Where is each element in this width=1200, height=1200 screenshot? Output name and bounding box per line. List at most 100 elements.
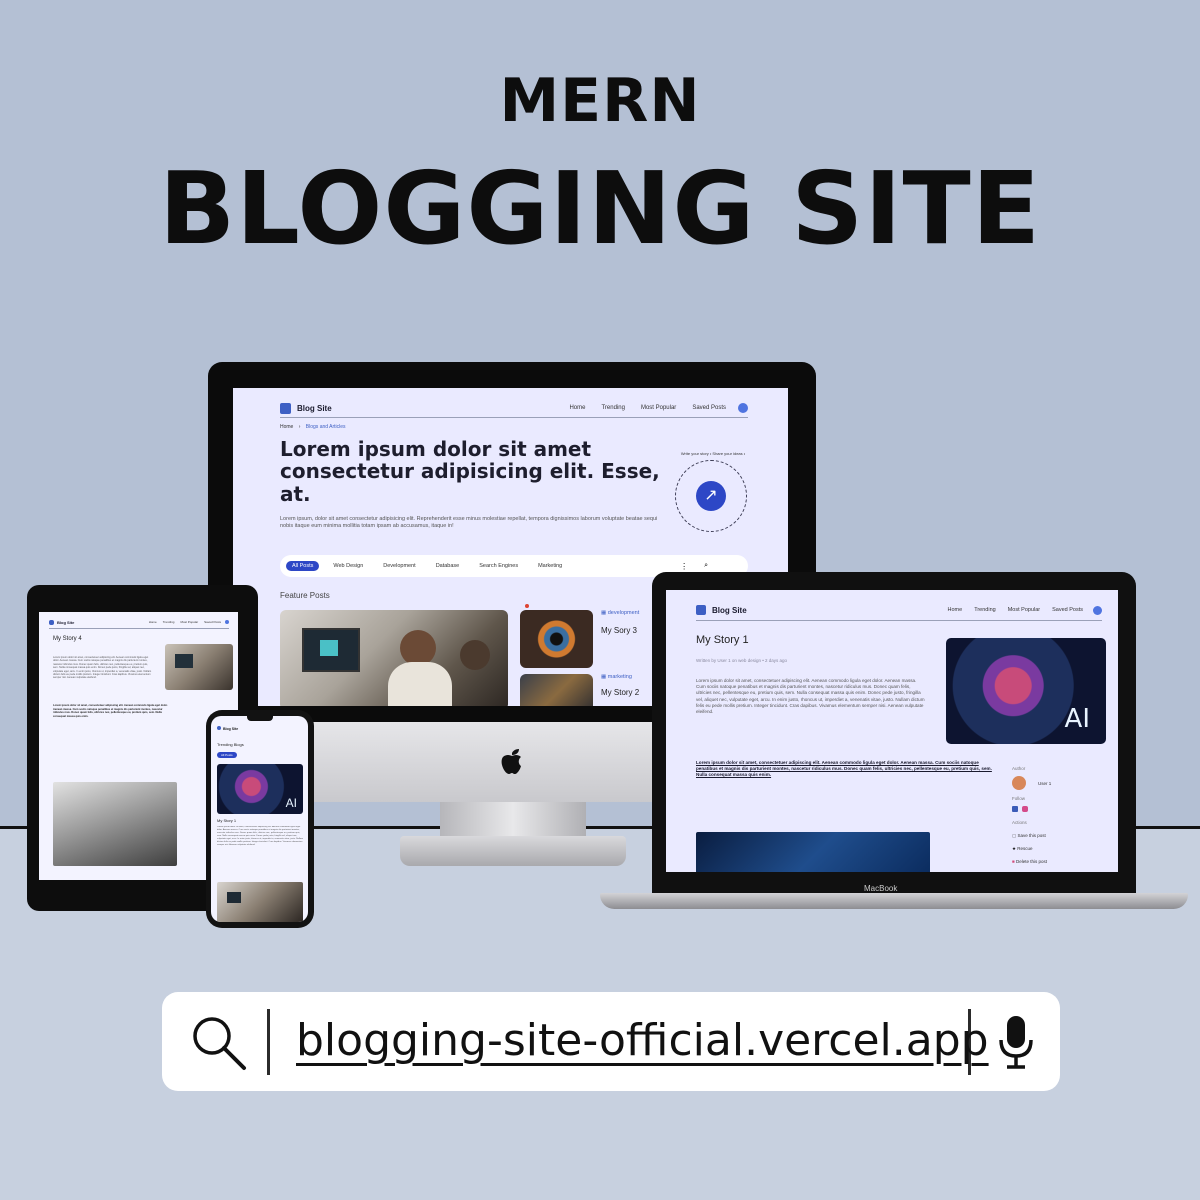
site-logo-icon — [49, 619, 54, 625]
laptop-base — [600, 893, 1188, 909]
search-separator-left — [267, 1009, 270, 1075]
feature-post-image[interactable] — [280, 610, 508, 706]
action-rescue[interactable]: ★ Rescue — [1012, 846, 1033, 852]
imac-base — [400, 836, 626, 866]
tablet-body-text: Lorem ipsum dolor sit amet, consectetuer… — [53, 656, 152, 680]
phone-notch — [247, 716, 273, 721]
laptop-navbar: Blog Site Home Trending Most Popular Sav… — [696, 604, 1102, 616]
laptop-nav-most-popular[interactable]: Most Popular — [1008, 607, 1040, 613]
search-icon[interactable] — [190, 1014, 248, 1072]
breadcrumb-current[interactable]: Blogs and Articles — [306, 424, 346, 430]
section-title: Feature Posts — [280, 591, 330, 600]
arrow-up-right-icon: ↗ — [704, 487, 718, 504]
actions-label: Actions — [1012, 820, 1027, 825]
laptop-circuit-image — [696, 832, 930, 872]
site-url-link[interactable]: blogging-site-official.vercel.app — [296, 1015, 989, 1066]
laptop-bold-text: Lorem ipsum dolor sit amet, consectetuer… — [696, 760, 992, 778]
category-icon: ▦ — [601, 674, 608, 680]
write-badge-text: Write your story • Share your ideas • — [680, 451, 746, 456]
site-logo-icon — [217, 726, 221, 730]
tablet-divider — [49, 628, 229, 629]
search-icon[interactable]: ⌕ — [704, 562, 708, 570]
tablet-post-title: My Story 4 — [53, 636, 82, 642]
author-label: Author — [1012, 766, 1026, 771]
category-marketing[interactable]: Marketing — [532, 561, 568, 571]
side-post-category-2[interactable]: ▦ marketing — [601, 674, 632, 680]
hero-text: Lorem ipsum, dolor sit amet consectetur … — [280, 516, 658, 530]
more-options-icon[interactable]: ⋮ — [680, 562, 688, 571]
phone-office-image[interactable] — [217, 882, 303, 922]
nav-home[interactable]: Home — [569, 405, 585, 411]
action-save[interactable]: ▢ Save this post — [1012, 833, 1046, 839]
tablet-nav-saved[interactable]: Saved Posts — [204, 620, 221, 624]
follow-label: Follow — [1012, 796, 1026, 801]
poster-subtitle: MERN — [499, 66, 701, 136]
tablet-nav-trending[interactable]: Trending — [163, 620, 175, 624]
tablet-nav-home[interactable]: Home — [149, 620, 157, 624]
phone-screen: Blog Site Trending Blogs All Posts AI My… — [211, 716, 308, 922]
nav-divider — [280, 417, 748, 418]
laptop-post-title: My Story 1 — [696, 634, 749, 646]
phone-post-title[interactable]: My Story 1 — [217, 818, 236, 823]
side-post-title-1[interactable]: My Sory 3 — [601, 626, 637, 635]
action-delete[interactable]: ■ Delete this post — [1012, 859, 1047, 864]
breadcrumb-home[interactable]: Home — [280, 424, 293, 430]
poster-title: BLOGGING SITE — [158, 150, 1042, 267]
write-story-badge[interactable]: ↗ Write your story • Share your ideas • — [675, 451, 747, 532]
phone-ai-label: AI — [285, 796, 297, 810]
apple-logo-icon — [497, 744, 527, 778]
facebook-icon[interactable] — [1012, 806, 1018, 812]
site-logo-icon — [280, 402, 291, 414]
laptop-nav-divider — [696, 620, 1102, 621]
red-dot — [525, 604, 529, 608]
category-icon: ▦ — [601, 610, 608, 616]
hero-title: Lorem ipsum dolor sit amet consectetur a… — [280, 437, 660, 506]
category-development[interactable]: Development — [377, 561, 421, 571]
nav-most-popular[interactable]: Most Popular — [641, 405, 676, 411]
tablet-nav-most-popular[interactable]: Most Popular — [180, 620, 198, 624]
author-name[interactable]: User 1 — [1038, 781, 1051, 786]
user-avatar-icon[interactable] — [225, 620, 229, 624]
phone-body-text: Lorem ipsum dolor sit amet, consectetuer… — [217, 826, 303, 846]
laptop-screen: Blog Site Home Trending Most Popular Sav… — [666, 590, 1118, 872]
laptop-brand[interactable]: Blog Site — [712, 606, 747, 615]
tablet-post-image — [165, 644, 233, 690]
tablet-laptop-image — [53, 782, 177, 866]
phone-ai-image[interactable]: AI — [217, 764, 303, 814]
imac-stand — [440, 802, 586, 838]
phone-heading: Trending Blogs — [217, 742, 244, 747]
write-story-arrow-button[interactable]: ↗ — [696, 481, 726, 511]
laptop-ai-image: AI — [946, 638, 1106, 744]
laptop-nav-saved[interactable]: Saved Posts — [1052, 607, 1083, 613]
site-brand[interactable]: Blog Site — [297, 404, 332, 413]
laptop-nav-trending[interactable]: Trending — [974, 607, 996, 613]
instagram-icon[interactable] — [1022, 806, 1028, 812]
breadcrumb: Home › Blogs and Articles — [280, 424, 346, 430]
tablet-navbar: Blog Site Home Trending Most Popular Sav… — [49, 618, 229, 626]
site-logo-icon — [696, 605, 706, 615]
category-web-design[interactable]: Web Design — [327, 561, 369, 571]
side-post-image-1[interactable] — [520, 610, 593, 668]
microphone-icon[interactable] — [996, 1014, 1036, 1070]
side-post-category-1[interactable]: ▦ development — [601, 610, 639, 616]
side-post-title-2[interactable]: My Story 2 — [601, 688, 639, 697]
phone-all-posts-button[interactable]: All Posts — [217, 752, 237, 758]
user-avatar-icon[interactable] — [1093, 605, 1102, 615]
phone-brand[interactable]: Blog Site — [217, 726, 238, 731]
tablet-brand[interactable]: Blog Site — [57, 620, 74, 625]
author-avatar[interactable] — [1012, 776, 1026, 790]
laptop-body-text: Lorem ipsum dolor sit amet, consectetuer… — [696, 678, 925, 714]
ai-label: AI — [1064, 704, 1090, 734]
category-all-posts[interactable]: All Posts — [286, 561, 320, 571]
category-search-engines[interactable]: Search Engines — [473, 561, 524, 571]
nav-saved-posts[interactable]: Saved Posts — [692, 405, 726, 411]
nav-trending[interactable]: Trending — [601, 405, 624, 411]
site-navbar: Blog Site Home Trending Most Popular Sav… — [280, 400, 748, 416]
category-database[interactable]: Database — [430, 561, 466, 571]
tablet-bold-text: Lorem ipsum dolor sit amet, consectetuer… — [53, 704, 168, 718]
laptop-post-meta: Written by User 1 on web design • 2 days… — [696, 658, 788, 663]
side-post-image-2[interactable] — [520, 674, 593, 706]
user-avatar-icon[interactable] — [738, 403, 748, 413]
laptop-brand-mark: MacBook — [864, 884, 898, 893]
laptop-nav-home[interactable]: Home — [948, 607, 963, 613]
